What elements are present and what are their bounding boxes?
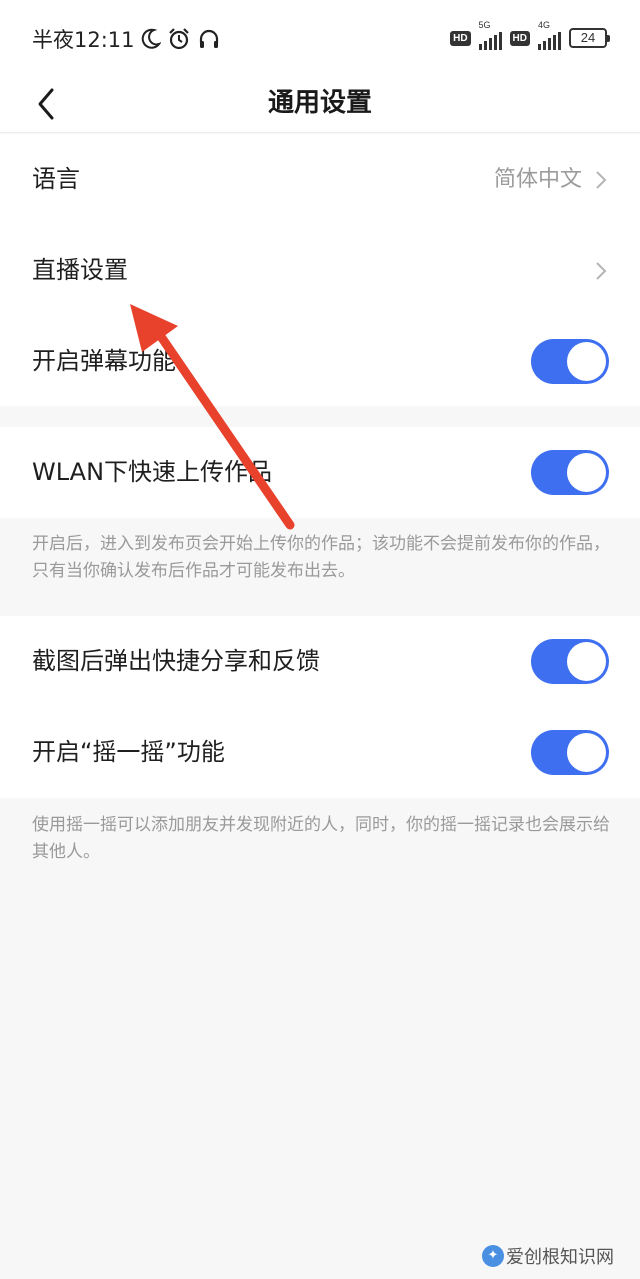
language-label: 语言 (32, 165, 80, 193)
status-indicators: HD 5G HD 4G 24 (450, 20, 610, 50)
watermark-logo-icon: ✦ (482, 1245, 504, 1267)
wlan-upload-toggle[interactable] (531, 450, 609, 495)
language-row[interactable]: 语言 简体中文 (0, 134, 640, 225)
network-4g-label: 4G (538, 20, 551, 30)
shake-note: 使用摇一摇可以添加朋友并发现附近的人，同时，你的摇一摇记录也会展示给其他人。 (32, 815, 610, 862)
page-title: 通用设置 (267, 88, 372, 118)
headphones-icon (199, 29, 218, 48)
language-value: 简体中文 (493, 167, 582, 192)
alarm-icon (168, 28, 189, 50)
wlan-upload-row: WLAN下快速上传作品 (0, 427, 640, 518)
watermark-text: 爱创根知识网 (506, 1247, 614, 1268)
hd-badge-2: HD (509, 30, 530, 46)
settings-group-share: 截图后弹出快捷分享和反馈 开启“摇一摇”功能 (0, 616, 640, 798)
hd-badge-1: HD (450, 30, 471, 46)
live-settings-row[interactable]: 直播设置 (0, 225, 640, 316)
chevron-right-icon (596, 171, 607, 189)
watermark: ✦ 爱创根知识网 (482, 1243, 614, 1269)
wlan-upload-note: 开启后，进入到发布页会开始上传你的作品；该功能不会提前发布你的作品，只有当你确认… (32, 534, 610, 581)
moon-icon (141, 28, 161, 49)
nav-bar: 通用设置 (0, 78, 640, 133)
signal-5g-icon: 5G (478, 20, 502, 50)
live-settings-label: 直播设置 (32, 256, 128, 284)
danmaku-row: 开启弹幕功能 (0, 316, 640, 407)
screenshot-share-row: 截图后弹出快捷分享和反馈 (0, 616, 640, 707)
screenshot-share-label: 截图后弹出快捷分享和反馈 (32, 647, 320, 675)
annotation-arrow-icon (130, 304, 295, 530)
chevron-right-icon (596, 262, 607, 280)
signal-4g-icon: 4G (538, 20, 561, 50)
battery-level: 24 (569, 28, 607, 48)
status-time-group: 半夜12:11 (32, 24, 221, 54)
shake-label: 开启“摇一摇”功能 (32, 738, 225, 766)
status-bar: 半夜12:11 HD 5G HD 4G 24 (0, 0, 640, 78)
network-5g-label: 5G (478, 20, 491, 30)
screenshot-share-toggle[interactable] (531, 639, 609, 684)
settings-group-upload: WLAN下快速上传作品 (0, 427, 640, 518)
danmaku-toggle[interactable] (531, 339, 609, 384)
battery-icon: 24 (569, 28, 610, 48)
status-time: 半夜12:11 (32, 28, 135, 52)
shake-toggle[interactable] (531, 730, 609, 775)
settings-group-basic: 语言 简体中文 直播设置 开启弹幕功能 (0, 134, 640, 406)
shake-row: 开启“摇一摇”功能 (0, 707, 640, 798)
